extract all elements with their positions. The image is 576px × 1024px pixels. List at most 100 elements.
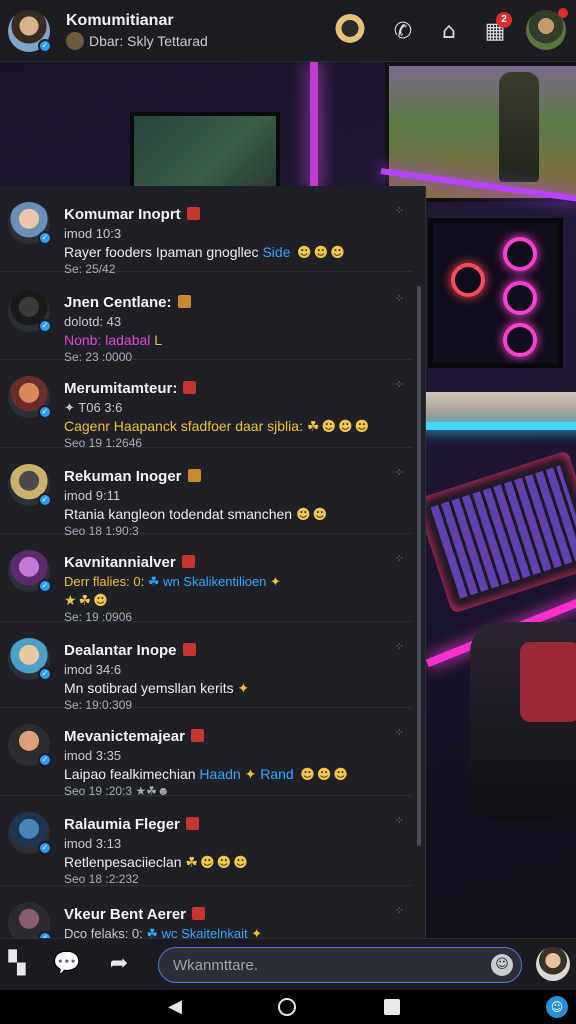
role-badge-icon bbox=[192, 907, 205, 920]
chat-message-preview: Retlenpesaciieclan ☘☻☻☻ bbox=[64, 854, 250, 871]
message-fragment: Rtania kangleon todendat smanchen bbox=[64, 506, 296, 522]
message-fragment: Laipao fealkimechian bbox=[64, 766, 200, 782]
message-fragment: ✦ bbox=[240, 766, 261, 782]
chair-accent bbox=[520, 642, 576, 722]
chat-name: Komumar Inoprt bbox=[64, 206, 200, 223]
more-options-icon[interactable]: ⁘ bbox=[395, 378, 404, 391]
online-dot-icon bbox=[558, 8, 568, 18]
chat-message-preview: Mn sotibrad yemsllan kerits ✦ bbox=[64, 680, 249, 697]
emoji-reaction-icon: ☘☻☻☻ bbox=[185, 855, 250, 871]
user-avatar[interactable]: ✓ bbox=[8, 638, 52, 681]
user-avatar[interactable]: ✓ bbox=[8, 202, 52, 245]
scrollbar[interactable] bbox=[417, 286, 421, 846]
phone-icon[interactable]: ✆ bbox=[386, 14, 420, 48]
chat-status-line: imod 34:6 bbox=[64, 662, 122, 677]
chat-name: Mevanictemajear bbox=[64, 728, 204, 745]
role-badge-icon bbox=[186, 207, 200, 220]
more-options-icon[interactable]: ⁘ bbox=[395, 726, 404, 739]
desk-glow bbox=[420, 422, 576, 430]
chat-message-preview: Laipao fealkimechian Haadn ✦ Rand ☻☻☻ bbox=[64, 766, 350, 783]
role-badge-icon bbox=[187, 469, 201, 482]
more-options-icon[interactable]: ⁘ bbox=[395, 552, 404, 565]
chat-name: Rekuman Inoger bbox=[64, 468, 201, 485]
more-options-icon[interactable]: ⁘ bbox=[395, 204, 404, 217]
verified-check-icon: ✓ bbox=[38, 319, 52, 333]
more-options-icon[interactable]: ⁘ bbox=[395, 640, 404, 653]
chat-list-item[interactable]: ✓ Kavnitannialver Derr flalies: 0: ☘ wn Sk… bbox=[0, 534, 412, 624]
my-avatar[interactable] bbox=[536, 947, 570, 981]
chat-list-item[interactable]: ✓ Vkeur Bent Aerer Dco felaks: 0: ☘ wc Ska… bbox=[0, 886, 412, 938]
recents-icon[interactable] bbox=[384, 999, 400, 1015]
user-avatar[interactable]: ✓ bbox=[8, 376, 52, 419]
message-fragment: Rand bbox=[260, 766, 294, 782]
chat-name: Jnen Centlane: bbox=[64, 294, 191, 311]
user-avatar[interactable]: ✓ bbox=[8, 550, 52, 593]
user-avatar[interactable]: ✓ bbox=[8, 812, 52, 855]
home-icon[interactable]: ⌂ bbox=[432, 14, 466, 48]
more-options-icon[interactable]: ⁘ bbox=[395, 904, 404, 917]
role-badge-icon bbox=[185, 817, 199, 830]
user-avatar[interactable]: ✓ bbox=[8, 464, 52, 507]
chat-status-line: imod 10:3 bbox=[64, 226, 122, 241]
game-avatar[interactable] bbox=[334, 14, 366, 46]
verified-check-icon: ✓ bbox=[38, 841, 52, 855]
chat-message-preview: Rayer fooders Ipaman gnogllec Side ☻☻☻ bbox=[64, 244, 347, 261]
verified-check-icon: ✓ bbox=[38, 231, 52, 245]
user-avatar[interactable]: ✓ bbox=[8, 724, 52, 767]
emoji-icon[interactable]: ☺ bbox=[491, 954, 513, 976]
message-fragment: Side bbox=[262, 244, 291, 260]
user-avatar[interactable]: ✓ bbox=[8, 902, 52, 938]
chat-list-item[interactable]: ✓ Mevanictemajear imod 3:35 Laipao fealkime… bbox=[0, 708, 412, 798]
share-icon[interactable]: ➦ bbox=[104, 949, 134, 979]
desk bbox=[420, 392, 576, 426]
chat-list-item[interactable]: ✓ Merumitamteur: ✦ T06 3:6 Cagenr Haapanck … bbox=[0, 360, 412, 450]
assistant-icon[interactable]: ☺ bbox=[546, 996, 568, 1018]
profile-avatar[interactable] bbox=[526, 8, 568, 50]
chat-message-preview: Nonb: ladabal L bbox=[64, 332, 162, 348]
chat-name-text: Ralaumia Fleger bbox=[64, 816, 180, 833]
chat-list-panel[interactable]: ✓ Komumar Inoprt imod 10:3 Rayer fooders Ip… bbox=[0, 186, 426, 938]
channel-subtitle: Dbar: Skly Tettarad bbox=[89, 33, 208, 49]
status-fragment: ✦ bbox=[270, 574, 281, 589]
chat-message-preview: ★☘☻ bbox=[64, 592, 110, 609]
more-options-icon[interactable]: ⁘ bbox=[395, 292, 404, 305]
chat-status-line: ✦ T06 3:6 bbox=[64, 400, 123, 415]
chat-status-line: Derr flalies: 0: ☘ wn Skalikentilioen ✦ bbox=[64, 574, 281, 590]
message-fragment: Haadn bbox=[199, 766, 241, 782]
status-fragment: ☘ wc Skaitelnkait bbox=[146, 926, 252, 938]
chat-timestamp: Seo 18 :2:232 bbox=[64, 872, 139, 886]
chat-list-item[interactable]: ✓ Rekuman Inoger imod 9:11 Rtania kangleon … bbox=[0, 448, 412, 538]
verified-check-icon: ✓ bbox=[38, 493, 52, 507]
chat-list-item[interactable]: ✓ Jnen Centlane: dolotd: 43 Nonb: ladabal L… bbox=[0, 274, 412, 364]
channel-avatar[interactable]: ✓ bbox=[8, 10, 52, 53]
chat-list-item[interactable]: ✓ Dealantar Inope imod 34:6 Mn sotibrad yem… bbox=[0, 622, 412, 712]
chat-list-item[interactable]: ✓ Ralaumia Fleger imod 3:13 Retlenpesaciiec… bbox=[0, 796, 412, 886]
emoji-reaction-icon: ☻☻☻ bbox=[293, 767, 350, 783]
message-input[interactable] bbox=[173, 948, 473, 982]
emoji-reaction-icon: ☻☻ bbox=[295, 507, 330, 523]
back-icon[interactable]: ◀ bbox=[164, 996, 186, 1018]
user-avatar[interactable]: ✓ bbox=[8, 290, 52, 333]
chat-bubble-icon[interactable]: 💬 bbox=[52, 949, 82, 979]
chat-name-text: Komumar Inoprt bbox=[64, 206, 181, 223]
subtitle-avatar-icon bbox=[66, 32, 84, 50]
more-options-icon[interactable]: ⁘ bbox=[395, 814, 404, 827]
status-fragment: ☘ wn Skalikentilioen bbox=[147, 574, 271, 589]
status-fragment: Derr flalies: 0: bbox=[64, 574, 148, 589]
role-badge-icon bbox=[190, 729, 204, 742]
chat-name-text: Mevanictemajear bbox=[64, 728, 185, 745]
message-fragment: L bbox=[154, 332, 163, 348]
more-options-icon[interactable]: ⁘ bbox=[395, 466, 404, 479]
verified-check-icon: ✓ bbox=[38, 753, 52, 767]
message-fragment: Retlenpesaciieclan bbox=[64, 854, 186, 870]
chat-list-item[interactable]: ✓ Komumar Inoprt imod 10:3 Rayer fooders Ip… bbox=[0, 186, 412, 276]
home-button-icon[interactable] bbox=[278, 998, 296, 1016]
role-badge-icon bbox=[177, 295, 191, 308]
chat-name: Kavnitannialver bbox=[64, 554, 195, 571]
notification-count-badge: 2 bbox=[496, 12, 512, 28]
system-nav-bar: ◀ ☺ bbox=[0, 990, 576, 1024]
message-input-wrapper[interactable]: ☺ bbox=[158, 947, 522, 983]
top-monitor bbox=[385, 62, 576, 202]
neon-strip bbox=[310, 62, 318, 192]
apps-icon[interactable]: ▚ bbox=[2, 949, 32, 979]
